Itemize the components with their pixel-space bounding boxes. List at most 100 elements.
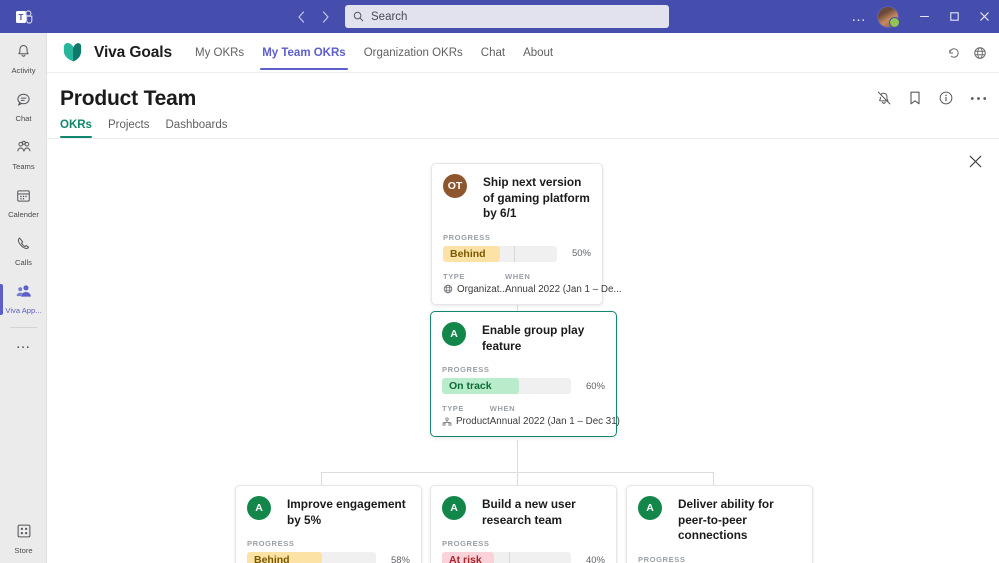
sidebar-item-label: Chat (15, 114, 32, 124)
card-meta: TYPE Product WHEN Annual 2022 (Jan 1 – D… (442, 404, 620, 427)
globe-icon[interactable] (973, 46, 987, 60)
status-badge: On track (442, 378, 520, 395)
forward-icon[interactable] (314, 6, 336, 28)
connector-child-to-branch (517, 440, 518, 472)
minimize-button[interactable] (909, 0, 939, 33)
meta-type: TYPE Product (442, 404, 490, 427)
sidebar-item-chat[interactable]: Chat (0, 86, 47, 129)
type-value: Organizat... (457, 283, 508, 295)
maximize-button[interactable] (939, 0, 969, 33)
progress-bar: On track (442, 378, 571, 395)
chat-icon (15, 91, 32, 113)
teams-people-icon (15, 139, 33, 161)
okr-card-peer-to-peer[interactable]: A Deliver ability for peer-to-peer conne… (626, 485, 813, 563)
avatar-initials: A (450, 328, 458, 340)
avatar[interactable] (877, 5, 900, 28)
okr-title: Build a new user research team (482, 497, 576, 527)
sidebar-item-calls[interactable]: Calls (0, 230, 47, 273)
okr-title: Enable group play feature (482, 323, 585, 353)
card-header: A Deliver ability for peer-to-peer conne… (638, 496, 801, 544)
close-button[interactable] (969, 0, 999, 33)
viva-goals-nav: My OKRs My Team OKRs Organization OKRs C… (186, 33, 562, 73)
more-options-icon[interactable] (970, 96, 987, 101)
progress-bar: Behind (443, 245, 557, 262)
card-header: A Enable group play feature (442, 322, 605, 354)
okr-title: Deliver ability for peer-to-peer connect… (678, 497, 774, 543)
okr-card-user-research-team[interactable]: A Build a new user research team PROGRES… (430, 485, 617, 563)
okr-tree-canvas: OT Ship next version of gaming platform … (47, 139, 999, 563)
sidebar-item-store[interactable]: Store (0, 523, 47, 555)
when-label: WHEN (489, 404, 516, 414)
tab-okrs[interactable]: OKRs (60, 119, 92, 138)
titlebar-nav (290, 6, 336, 28)
status-text: At risk (449, 554, 482, 563)
avatar[interactable]: A (442, 322, 466, 346)
avatar-initials: A (646, 502, 654, 514)
avatar-initials: OT (447, 180, 463, 192)
nav-item-organization-okrs[interactable]: Organization OKRs (355, 33, 472, 73)
nav-item-chat[interactable]: Chat (472, 33, 514, 73)
nav-item-my-team-okrs[interactable]: My Team OKRs (253, 33, 355, 73)
avatar[interactable]: A (442, 496, 466, 520)
teams-logo-icon: T (0, 0, 47, 33)
calendar-icon (15, 187, 32, 209)
nav-item-my-okrs[interactable]: My OKRs (186, 33, 253, 73)
rail-more-button[interactable]: … (0, 328, 47, 358)
progress-bar: Behind (247, 552, 376, 563)
avatar[interactable]: OT (443, 174, 467, 198)
bookmark-icon[interactable] (908, 90, 922, 106)
viva-goals-header-actions (947, 46, 987, 60)
sidebar-item-calendar[interactable]: Calender (0, 182, 47, 225)
card-header: A Build a new user research team (442, 496, 605, 528)
progress-tick (513, 245, 515, 262)
avatar[interactable]: A (638, 496, 662, 520)
progress-tick (509, 552, 511, 563)
status-text: Behind (254, 554, 290, 563)
progress-percent: 58% (390, 554, 410, 563)
progress-bar: At risk (442, 552, 571, 563)
connector-branch-left (321, 472, 322, 486)
when-value: Annual 2022 (Jan 1 – De... (505, 283, 622, 295)
refresh-history-icon[interactable] (947, 46, 961, 60)
okr-title: Improve engagement by 5% (287, 497, 406, 527)
page-header-actions (876, 90, 987, 106)
avatar[interactable]: A (247, 496, 271, 520)
tab-dashboards[interactable]: Dashboards (166, 119, 228, 138)
close-icon[interactable] (965, 151, 985, 171)
search-box[interactable]: Search (345, 5, 669, 28)
progress-label: PROGRESS (638, 554, 686, 563)
nav-item-about[interactable]: About (514, 33, 562, 73)
connector-branch-mid (517, 472, 518, 486)
okr-card-root[interactable]: OT Ship next version of gaming platform … (431, 163, 622, 305)
sidebar-item-activity[interactable]: Activity (0, 38, 47, 81)
page-tabs: OKRs Projects Dashboards (60, 119, 999, 138)
sidebar-item-label: Calls (15, 258, 32, 268)
sidebar-item-teams[interactable]: Teams (0, 134, 47, 177)
meta-type: TYPE Organizat... (443, 272, 508, 295)
back-icon[interactable] (290, 6, 312, 28)
viva-goals-leaf-icon (60, 40, 85, 65)
sidebar-item-label: Calender (8, 210, 39, 220)
page-header: Product Team OKRs Projects Dashboards (47, 73, 999, 138)
bell-icon (15, 43, 32, 65)
sidebar-item-viva-app[interactable]: Viva App... (0, 278, 47, 321)
tab-projects[interactable]: Projects (108, 119, 150, 138)
search-icon (353, 11, 364, 22)
titlebar-more-button[interactable]: … (843, 8, 875, 25)
progress-label: PROGRESS (247, 539, 295, 549)
info-icon[interactable] (938, 90, 954, 106)
card-header: A Improve engagement by 5% (247, 496, 410, 528)
app-rail: Activity Chat Teams Calender Calls Viva … (0, 33, 47, 563)
meta-when: WHEN Annual 2022 (Jan 1 – De... (505, 272, 622, 295)
viva-goals-header: Viva Goals My OKRs My Team OKRs Organiza… (47, 33, 999, 73)
status-text: Behind (450, 247, 486, 260)
okr-card-improve-engagement[interactable]: A Improve engagement by 5% PROGRESS Behi… (235, 485, 422, 563)
connector-branch-right (713, 472, 714, 486)
notifications-off-icon[interactable] (876, 90, 892, 106)
window-controls: … (843, 0, 999, 33)
svg-text:T: T (18, 13, 23, 22)
okr-title: Ship next version of gaming platform by … (483, 175, 590, 221)
status-badge: Behind (247, 552, 322, 563)
search-placeholder-text: Search (371, 10, 408, 23)
okr-card-enable-group-play[interactable]: A Enable group play feature PROGRESS On … (430, 311, 620, 438)
